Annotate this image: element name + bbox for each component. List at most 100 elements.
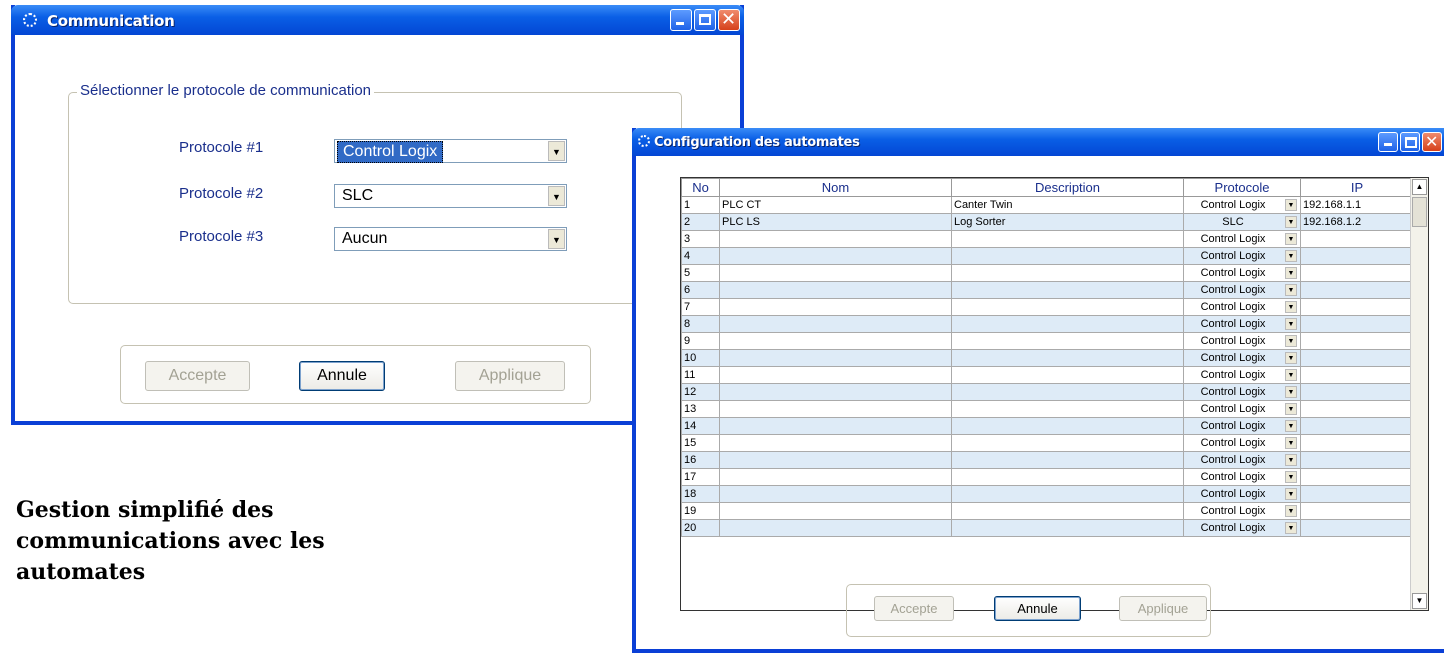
minimize-button[interactable] <box>670 9 692 31</box>
dropdown-arrow-icon[interactable]: ▼ <box>1285 301 1297 313</box>
nom-cell[interactable] <box>719 417 952 435</box>
protocole-cell[interactable]: Control Logix ▼ <box>1183 400 1301 418</box>
description-cell[interactable] <box>951 519 1184 537</box>
table-row[interactable]: 12 Control Logix ▼ <box>681 383 1414 401</box>
no-cell[interactable]: 12 <box>681 383 720 401</box>
protocole-cell[interactable]: Control Logix ▼ <box>1183 247 1301 265</box>
vertical-scrollbar[interactable]: ▲ ▼ <box>1410 178 1428 610</box>
description-cell[interactable] <box>951 230 1184 248</box>
no-cell[interactable]: 17 <box>681 468 720 486</box>
nom-cell[interactable] <box>719 400 952 418</box>
column-header-description[interactable]: Description <box>951 178 1184 197</box>
no-cell[interactable]: 20 <box>681 519 720 537</box>
maximize-button[interactable] <box>1400 132 1420 152</box>
scroll-up-icon[interactable]: ▲ <box>1412 179 1427 195</box>
protocole-cell[interactable]: Control Logix ▼ <box>1183 298 1301 316</box>
dropdown-arrow-icon[interactable]: ▼ <box>1285 369 1297 381</box>
close-button[interactable]: ✕ <box>1422 132 1442 152</box>
protocol-1-select[interactable]: Control Logix ▼ <box>334 139 567 163</box>
nom-cell[interactable] <box>719 366 952 384</box>
protocol-2-select[interactable]: SLC ▼ <box>334 184 567 208</box>
nom-cell[interactable] <box>719 383 952 401</box>
nom-cell[interactable] <box>719 434 952 452</box>
dropdown-arrow-icon[interactable]: ▼ <box>1285 352 1297 364</box>
nom-cell[interactable] <box>719 519 952 537</box>
ip-cell[interactable] <box>1300 485 1414 503</box>
ip-cell[interactable] <box>1300 366 1414 384</box>
dropdown-arrow-icon[interactable]: ▼ <box>1285 420 1297 432</box>
description-cell[interactable] <box>951 400 1184 418</box>
table-row[interactable]: 1 PLC CT Canter Twin Control Logix ▼ 192.168.… <box>681 196 1414 214</box>
ip-cell[interactable] <box>1300 230 1414 248</box>
scroll-down-icon[interactable]: ▼ <box>1412 593 1427 609</box>
no-cell[interactable]: 5 <box>681 264 720 282</box>
no-cell[interactable]: 6 <box>681 281 720 299</box>
protocole-cell[interactable]: Control Logix ▼ <box>1183 264 1301 282</box>
minimize-button[interactable] <box>1378 132 1398 152</box>
no-cell[interactable]: 16 <box>681 451 720 469</box>
nom-cell[interactable] <box>719 349 952 367</box>
column-header-ip[interactable]: IP <box>1300 178 1414 197</box>
table-row[interactable]: 11 Control Logix ▼ <box>681 366 1414 384</box>
ip-cell[interactable] <box>1300 298 1414 316</box>
nom-cell[interactable] <box>719 281 952 299</box>
no-cell[interactable]: 2 <box>681 213 720 231</box>
table-row[interactable]: 18 Control Logix ▼ <box>681 485 1414 503</box>
scroll-thumb[interactable] <box>1412 197 1427 227</box>
ip-cell[interactable] <box>1300 264 1414 282</box>
dropdown-arrow-icon[interactable]: ▼ <box>1285 250 1297 262</box>
table-row[interactable]: 15 Control Logix ▼ <box>681 434 1414 452</box>
table-row[interactable]: 7 Control Logix ▼ <box>681 298 1414 316</box>
dropdown-arrow-icon[interactable]: ▼ <box>1285 471 1297 483</box>
description-cell[interactable] <box>951 417 1184 435</box>
ip-cell[interactable] <box>1300 519 1414 537</box>
protocole-cell[interactable]: Control Logix ▼ <box>1183 281 1301 299</box>
no-cell[interactable]: 11 <box>681 366 720 384</box>
protocole-cell[interactable]: Control Logix ▼ <box>1183 519 1301 537</box>
description-cell[interactable] <box>951 298 1184 316</box>
dropdown-arrow-icon[interactable]: ▼ <box>1285 335 1297 347</box>
description-cell[interactable] <box>951 383 1184 401</box>
dropdown-arrow-icon[interactable]: ▼ <box>1285 199 1297 211</box>
table-row[interactable]: 17 Control Logix ▼ <box>681 468 1414 486</box>
no-cell[interactable]: 13 <box>681 400 720 418</box>
table-row[interactable]: 10 Control Logix ▼ <box>681 349 1414 367</box>
dropdown-arrow-icon[interactable]: ▼ <box>548 186 565 206</box>
dropdown-arrow-icon[interactable]: ▼ <box>1285 454 1297 466</box>
description-cell[interactable]: Log Sorter <box>951 213 1184 231</box>
title-bar[interactable]: Communication ✕ <box>11 5 744 35</box>
nom-cell[interactable]: PLC CT <box>719 196 952 214</box>
no-cell[interactable]: 1 <box>681 196 720 214</box>
accept-button[interactable]: Accepte <box>874 596 954 621</box>
accept-button[interactable]: Accepte <box>145 361 250 391</box>
apply-button[interactable]: Applique <box>455 361 565 391</box>
maximize-button[interactable] <box>694 9 716 31</box>
description-cell[interactable] <box>951 468 1184 486</box>
nom-cell[interactable] <box>719 264 952 282</box>
dropdown-arrow-icon[interactable]: ▼ <box>1285 386 1297 398</box>
protocole-cell[interactable]: Control Logix ▼ <box>1183 502 1301 520</box>
protocole-cell[interactable]: SLC ▼ <box>1183 213 1301 231</box>
table-row[interactable]: 2 PLC LS Log Sorter SLC ▼ 192.168.1.2 <box>681 213 1414 231</box>
dropdown-arrow-icon[interactable]: ▼ <box>1285 216 1297 228</box>
no-cell[interactable]: 19 <box>681 502 720 520</box>
protocole-cell[interactable]: Control Logix ▼ <box>1183 485 1301 503</box>
no-cell[interactable]: 7 <box>681 298 720 316</box>
dropdown-arrow-icon[interactable]: ▼ <box>548 229 565 249</box>
dropdown-arrow-icon[interactable]: ▼ <box>1285 318 1297 330</box>
nom-cell[interactable] <box>719 485 952 503</box>
dropdown-arrow-icon[interactable]: ▼ <box>1285 233 1297 245</box>
description-cell[interactable]: Canter Twin <box>951 196 1184 214</box>
dropdown-arrow-icon[interactable]: ▼ <box>1285 284 1297 296</box>
table-row[interactable]: 19 Control Logix ▼ <box>681 502 1414 520</box>
description-cell[interactable] <box>951 264 1184 282</box>
protocol-3-select[interactable]: Aucun ▼ <box>334 227 567 251</box>
ip-cell[interactable] <box>1300 468 1414 486</box>
ip-cell[interactable] <box>1300 400 1414 418</box>
table-row[interactable]: 9 Control Logix ▼ <box>681 332 1414 350</box>
description-cell[interactable] <box>951 247 1184 265</box>
description-cell[interactable] <box>951 502 1184 520</box>
ip-cell[interactable] <box>1300 502 1414 520</box>
protocole-cell[interactable]: Control Logix ▼ <box>1183 383 1301 401</box>
column-header-no[interactable]: No <box>681 178 720 197</box>
